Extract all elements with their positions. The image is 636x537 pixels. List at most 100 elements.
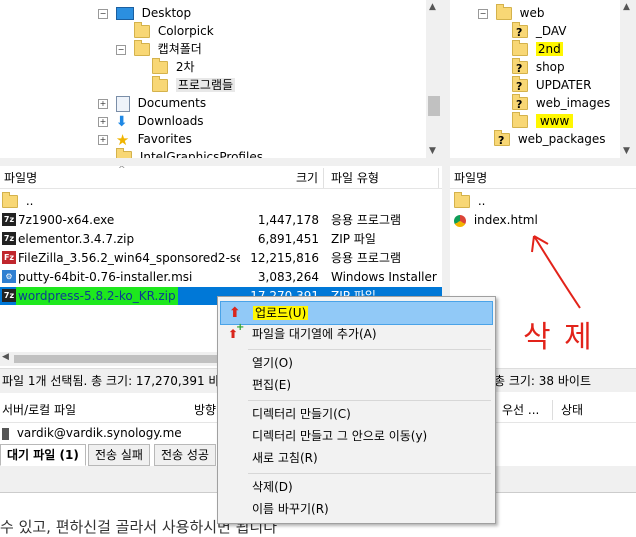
list-item-parent[interactable]: ..: [2, 192, 33, 210]
file-type: ZIP 파일: [331, 232, 376, 246]
horizontal-splitter[interactable]: [0, 158, 636, 166]
context-menu: ⬆ 업로드(U) ⬆ + 파일을 대기열에 추가(A) 열기(O) 편집(E) 디…: [217, 296, 496, 524]
local-tree-scrollbar[interactable]: ▼ ▲: [426, 0, 442, 158]
remote-tree-item-2nd[interactable]: 2nd: [512, 40, 563, 58]
menu-item-open[interactable]: 열기(O): [220, 352, 493, 374]
tree-item-colorpick[interactable]: Colorpick: [134, 22, 214, 40]
tree-item-label: shop: [535, 60, 565, 74]
documents-icon: [115, 95, 130, 112]
expand-icon[interactable]: +: [98, 116, 108, 127]
menu-item-refresh[interactable]: 새로 고침(R): [220, 447, 493, 469]
add-to-queue-icon: ⬆ +: [228, 322, 245, 341]
menu-item-rename[interactable]: 이름 바꾸기(R): [220, 498, 493, 520]
server-icon: [2, 427, 9, 440]
scrollbar-thumb[interactable]: [14, 355, 234, 363]
column-divider[interactable]: [323, 168, 324, 188]
tree-item-label: Desktop: [141, 6, 192, 20]
table-row[interactable]: Fz FileZilla_3.56.2_win64_sponsored2-set…: [0, 249, 442, 267]
tree-item-favorites[interactable]: + ★ Favorites: [98, 130, 192, 148]
remote-tree-scrollbar[interactable]: ▲ ▼: [620, 0, 636, 158]
menu-item-delete[interactable]: 삭제(D): [220, 476, 493, 498]
tree-item-documents[interactable]: + Documents: [98, 94, 206, 112]
remote-tree-item-shop[interactable]: shop: [512, 58, 565, 78]
7zip-icon: 7z: [2, 213, 16, 226]
menu-item-label: 디렉터리 만들고 그 안으로 이동(y): [252, 429, 428, 443]
column-header-type[interactable]: 파일 유형: [331, 168, 379, 188]
column-header-direction[interactable]: 방향: [194, 398, 216, 422]
scrollbar-thumb[interactable]: [428, 96, 440, 116]
menu-item-create-and-enter-directory[interactable]: 디렉터리 만들고 그 안으로 이동(y): [220, 425, 493, 447]
desktop-icon: [115, 7, 134, 20]
zip-file-icon: 7z: [2, 232, 16, 245]
column-header-status[interactable]: 상태: [561, 398, 583, 422]
queue-server: vardik@vardik.synology.me: [16, 426, 182, 440]
menu-item-edit[interactable]: 편집(E): [220, 374, 493, 396]
menu-item-label: 업로드(U): [253, 306, 309, 320]
zip-file-icon: 7z: [2, 289, 16, 302]
tree-item-capture-folder[interactable]: − 캡쳐폴더: [116, 40, 202, 58]
file-name: 7z1900-x64.exe: [18, 213, 115, 227]
remote-tree-item-web-images[interactable]: web_images: [512, 94, 611, 114]
tree-item-2nd[interactable]: 2차: [152, 58, 195, 76]
tree-item-label: UPDATER: [535, 78, 592, 92]
tree-item-label: 2nd: [535, 42, 563, 56]
scroll-left-icon[interactable]: ◀: [2, 352, 9, 362]
tree-item-label: Favorites: [137, 132, 192, 146]
menu-item-label: 디렉터리 만들기(C): [252, 407, 351, 421]
column-divider[interactable]: [438, 168, 439, 188]
table-row[interactable]: ⚙ putty-64bit-0.76-installer.msi 3,083,2…: [0, 268, 442, 286]
column-header-size[interactable]: 크기: [296, 168, 318, 188]
file-name: ..: [477, 194, 486, 208]
scroll-down-icon[interactable]: ▼: [429, 146, 436, 156]
tree-item-programs[interactable]: 프로그램들: [152, 76, 236, 94]
folder-icon: [152, 58, 168, 74]
menu-item-label: 이름 바꾸기(R): [252, 502, 329, 516]
tree-item-intelgraphics[interactable]: IntelGraphicsProfiles: [116, 148, 263, 158]
remote-tree-item-web-packages[interactable]: web_packages: [494, 130, 606, 150]
expand-icon[interactable]: +: [98, 134, 108, 145]
remote-tree-item-updater[interactable]: UPDATER: [512, 76, 592, 96]
local-directory-tree[interactable]: − Desktop Colorpick − 캡쳐폴더 2차 프로그램들 + Do…: [0, 0, 426, 158]
collapse-icon[interactable]: −: [478, 8, 488, 19]
collapse-icon[interactable]: −: [98, 8, 108, 19]
tree-item-label: web: [519, 6, 545, 20]
scroll-down-icon[interactable]: ▼: [623, 146, 630, 156]
tree-item-label: web_images: [535, 96, 611, 110]
remote-tree-item-web[interactable]: − web: [478, 4, 544, 22]
tree-item-label: Downloads: [137, 114, 204, 128]
column-header-name[interactable]: 파일명: [4, 168, 37, 188]
file-type: 응용 프로그램: [331, 213, 402, 227]
column-header-name[interactable]: 파일명: [454, 168, 487, 188]
remote-directory-tree[interactable]: − web _DAV 2nd shop UPDATER web_images w…: [450, 0, 620, 158]
tree-item-downloads[interactable]: + ⬇ Downloads: [98, 112, 204, 130]
tab-successful-transfers[interactable]: 전송 성공: [154, 444, 216, 466]
collapse-icon[interactable]: −: [116, 44, 126, 55]
menu-item-create-directory[interactable]: 디렉터리 만들기(C): [220, 403, 493, 425]
column-header-priority[interactable]: 우선 ...: [502, 398, 539, 422]
unknown-folder-icon: [512, 58, 528, 78]
installer-icon: ⚙: [2, 270, 16, 283]
remote-tree-item-www[interactable]: www: [512, 112, 574, 130]
menu-item-upload[interactable]: ⬆ 업로드(U): [220, 301, 493, 325]
menu-item-add-to-queue[interactable]: ⬆ + 파일을 대기열에 추가(A): [220, 322, 493, 345]
scroll-up-icon[interactable]: ▲: [623, 2, 630, 12]
tree-item-desktop[interactable]: − Desktop: [98, 4, 191, 22]
annotation-arrow: [531, 235, 581, 309]
unknown-folder-icon: [494, 130, 510, 150]
unknown-folder-icon: [512, 76, 528, 96]
column-divider[interactable]: [552, 400, 553, 420]
queue-row[interactable]: vardik@vardik.synology.me: [2, 424, 182, 442]
menu-item-label: 삭제(D): [252, 480, 293, 494]
remote-tree-item-dav[interactable]: _DAV: [512, 22, 567, 42]
list-item-parent[interactable]: ..: [454, 192, 485, 210]
table-row[interactable]: 7z 7z1900-x64.exe 1,447,178 응용 프로그램: [0, 211, 442, 229]
star-icon: ★: [115, 130, 130, 149]
tab-failed-transfers[interactable]: 전송 실패: [88, 444, 150, 466]
table-row[interactable]: 7z elementor.3.4.7.zip 6,891,451 ZIP 파일: [0, 230, 442, 248]
expand-icon[interactable]: +: [98, 98, 108, 109]
column-header-server[interactable]: 서버/로컬 파일: [2, 398, 76, 422]
tab-queued-files[interactable]: 대기 파일 (1): [0, 444, 86, 466]
file-type: Windows Installer ...: [331, 270, 439, 284]
scroll-up-icon[interactable]: ▲: [429, 2, 436, 12]
list-item[interactable]: index.html: [454, 211, 538, 229]
